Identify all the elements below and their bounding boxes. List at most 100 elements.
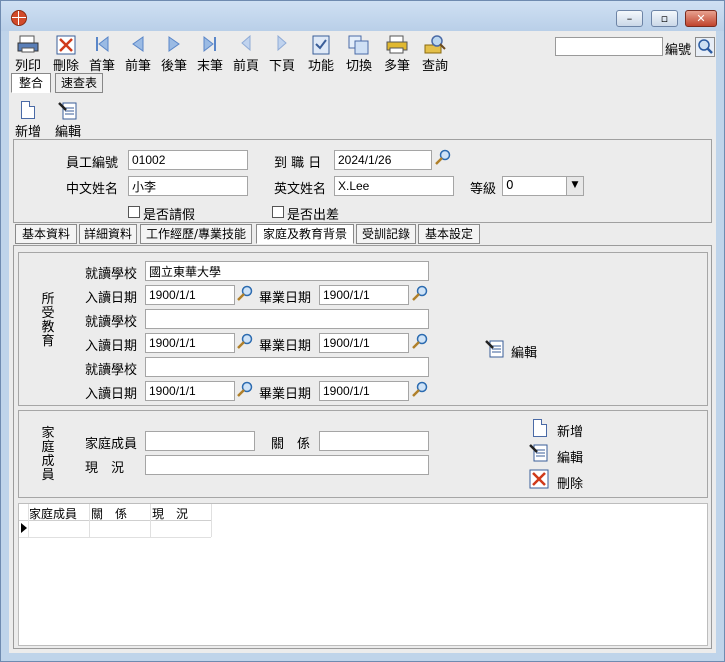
english-name-field[interactable] (334, 176, 454, 196)
grad-date-label: 畢業日期 (259, 291, 312, 306)
switch-icon (348, 35, 369, 55)
on-trip-checkbox[interactable] (272, 206, 284, 218)
tab-family-education[interactable]: 家庭及教育背景 (256, 224, 354, 244)
magnifier-icon[interactable] (236, 285, 254, 303)
grid-header: 家庭成員 關 係 現 況 (19, 504, 211, 521)
tab-detail-info[interactable]: 詳細資料 (79, 224, 137, 244)
tab-quick-table[interactable]: 速查表 (55, 73, 103, 93)
last-record-button[interactable]: 末筆 (195, 33, 225, 74)
employee-header-panel: 員工編號 到 職 日 中文姓名 英文姓名 等級 0 ▼ 是否請假 是否出差 (13, 139, 712, 223)
prev-page-icon (241, 35, 251, 51)
edit-icon (485, 340, 504, 358)
family-member-label: 家庭成員 (85, 437, 138, 452)
close-button[interactable]: ✕ (685, 10, 717, 27)
school-label: 就讀學校 (85, 363, 138, 378)
title-bar: – ▫ ✕ (1, 1, 724, 31)
enroll-date-field-1[interactable] (145, 285, 235, 305)
switch-button[interactable]: 切換 (343, 33, 375, 74)
delete-icon (56, 35, 76, 55)
tab-work-history[interactable]: 工作經歷/專業技能 (140, 224, 252, 244)
delete-icon (529, 469, 549, 489)
prev-record-button[interactable]: 前筆 (123, 33, 153, 74)
search-icon (698, 39, 713, 54)
new-document-icon (533, 419, 547, 437)
delete-button[interactable]: 刪除 (49, 33, 83, 74)
edit-record-button[interactable]: 編輯 (53, 99, 83, 140)
grad-date-field-1[interactable] (319, 285, 409, 305)
magnifier-icon[interactable] (236, 381, 254, 399)
family-delete-button[interactable]: 刪除 (529, 469, 589, 492)
school-label: 就讀學校 (85, 315, 138, 330)
client-area: 列印 刪除 首筆 前筆 後筆 末筆 前頁 下頁 功能 切換 多筆 查詢 編號 整… (9, 31, 716, 653)
enroll-date-label: 入讀日期 (85, 339, 138, 354)
next-record-button[interactable]: 後筆 (159, 33, 189, 74)
tab-basic-info[interactable]: 基本資料 (15, 224, 77, 244)
table-row[interactable] (19, 520, 211, 538)
grad-date-field-3[interactable] (319, 381, 409, 401)
school-field-2[interactable] (145, 309, 429, 329)
grad-date-field-2[interactable] (319, 333, 409, 353)
enroll-date-field-2[interactable] (145, 333, 235, 353)
status-field[interactable] (145, 455, 429, 475)
function-icon (312, 35, 330, 55)
grade-label: 等級 (470, 182, 497, 197)
chinese-name-field[interactable] (128, 176, 248, 196)
status-label: 現 況 (85, 461, 125, 476)
add-record-button[interactable]: 新增 (13, 99, 43, 140)
relation-label: 關 係 (271, 437, 311, 452)
employee-id-field[interactable] (128, 150, 248, 170)
printer-icon (17, 35, 39, 53)
school-field-1[interactable] (145, 261, 429, 281)
row-pointer-icon (21, 523, 27, 533)
employee-id-label: 員工編號 (66, 156, 119, 171)
family-grid[interactable]: 家庭成員 關 係 現 況 (18, 503, 708, 646)
query-button[interactable]: 查詢 (419, 33, 451, 74)
search-button[interactable] (695, 37, 715, 57)
magnifier-icon[interactable] (411, 333, 429, 351)
multi-record-button[interactable]: 多筆 (381, 33, 413, 74)
maximize-button[interactable]: ▫ (651, 10, 678, 27)
family-education-page: 所受教育 就讀學校 入讀日期 畢業日期 就讀學校 入讀日期 畢業日期 就讀學校 (13, 245, 712, 649)
next-icon (168, 36, 180, 52)
english-name-label: 英文姓名 (274, 182, 327, 197)
multi-icon (386, 35, 408, 54)
join-date-label: 到 職 日 (274, 156, 322, 171)
minimize-button[interactable]: – (616, 10, 643, 27)
magnifier-icon[interactable] (411, 381, 429, 399)
enroll-date-label: 入讀日期 (85, 291, 138, 306)
education-section-label: 所受教育 (41, 292, 55, 349)
grade-select[interactable]: 0 ▼ (502, 176, 584, 196)
magnifier-icon[interactable] (236, 333, 254, 351)
join-date-field[interactable] (334, 150, 432, 170)
on-leave-label: 是否請假 (143, 208, 196, 223)
new-document-icon (21, 101, 35, 119)
family-edit-button[interactable]: 編輯 (529, 443, 589, 466)
magnifier-icon[interactable] (411, 285, 429, 303)
edit-icon (529, 444, 548, 462)
prev-page-button[interactable]: 前頁 (231, 33, 261, 74)
magnifier-icon[interactable] (434, 149, 452, 167)
family-add-button[interactable]: 新增 (531, 417, 591, 440)
enroll-date-field-3[interactable] (145, 381, 235, 401)
chevron-down-icon[interactable]: ▼ (566, 177, 583, 195)
tab-training-records[interactable]: 受訓記錄 (356, 224, 416, 244)
relation-field[interactable] (319, 431, 429, 451)
app-window: – ▫ ✕ 列印 刪除 首筆 前筆 後筆 末筆 前頁 下頁 功能 切換 多筆 查… (0, 0, 725, 662)
print-button[interactable]: 列印 (11, 33, 45, 74)
id-search-label: 編號 (665, 43, 692, 58)
first-record-button[interactable]: 首筆 (87, 33, 117, 74)
on-leave-checkbox[interactable] (128, 206, 140, 218)
id-search-input[interactable] (555, 37, 663, 56)
tab-integrated[interactable]: 整合 (11, 73, 51, 93)
school-label: 就讀學校 (85, 267, 138, 282)
school-field-3[interactable] (145, 357, 429, 377)
tab-basic-settings[interactable]: 基本設定 (418, 224, 480, 244)
on-trip-label: 是否出差 (287, 208, 340, 223)
education-section: 所受教育 就讀學校 入讀日期 畢業日期 就讀學校 入讀日期 畢業日期 就讀學校 (18, 252, 708, 406)
grad-date-label: 畢業日期 (259, 339, 312, 354)
family-member-field[interactable] (145, 431, 255, 451)
function-button[interactable]: 功能 (305, 33, 337, 74)
education-edit-button[interactable]: 編輯 (485, 339, 545, 361)
query-icon (424, 35, 446, 54)
next-page-button[interactable]: 下頁 (267, 33, 297, 74)
